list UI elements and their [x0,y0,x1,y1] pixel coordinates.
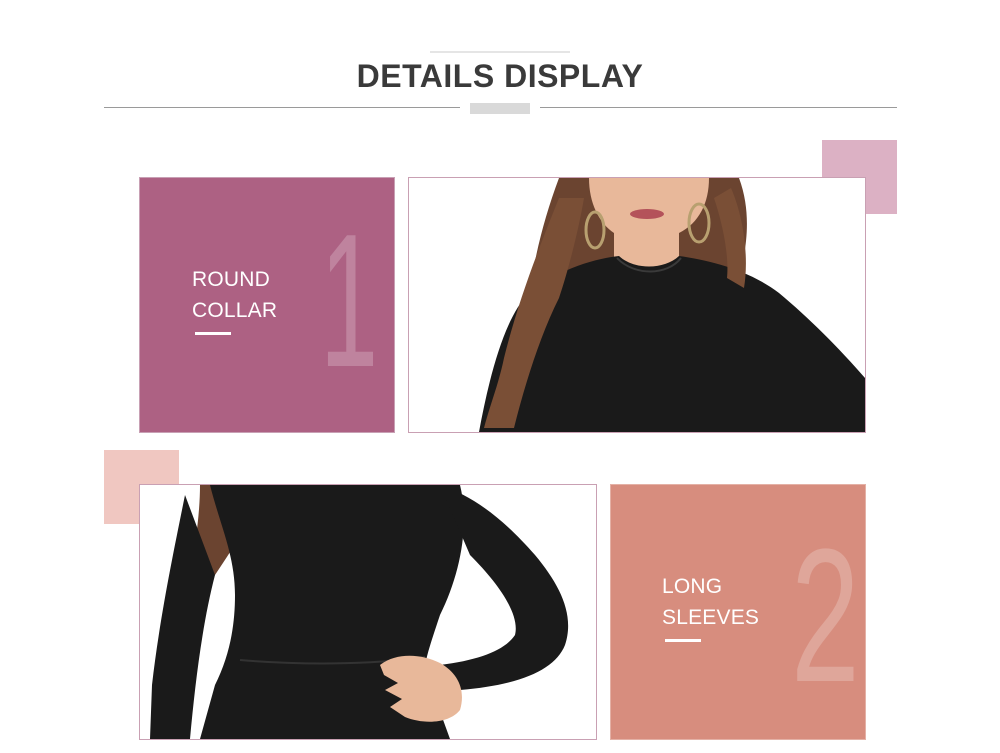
product-photo-sleeves [139,484,597,740]
detail-label-line1: LONG [662,575,723,598]
section-title: DETAILS DISPLAY [356,58,644,94]
detail-label-line2: COLLAR [192,299,278,322]
detail-label-line1: ROUND [192,268,270,291]
title-divider-right [540,107,897,108]
detail-label-line2: SLEEVES [662,606,760,629]
detail-label: LONG SLEEVES [662,571,759,633]
detail-label-underline [665,639,701,642]
title-top-rule [430,51,570,53]
detail-card-round-collar: 1 ROUND COLLAR [139,177,395,433]
title-divider-block [470,103,530,114]
detail-label: ROUND COLLAR [192,264,277,326]
collar-photo-illustration [479,178,865,432]
detail-label-underline [195,332,231,335]
product-photo-collar [408,177,866,433]
detail-number: 2 [791,510,860,722]
detail-card-long-sleeves: 2 LONG SLEEVES [610,484,866,740]
title-divider-left [104,107,460,108]
sleeves-photo-illustration [150,485,569,739]
detail-number: 1 [320,195,379,407]
